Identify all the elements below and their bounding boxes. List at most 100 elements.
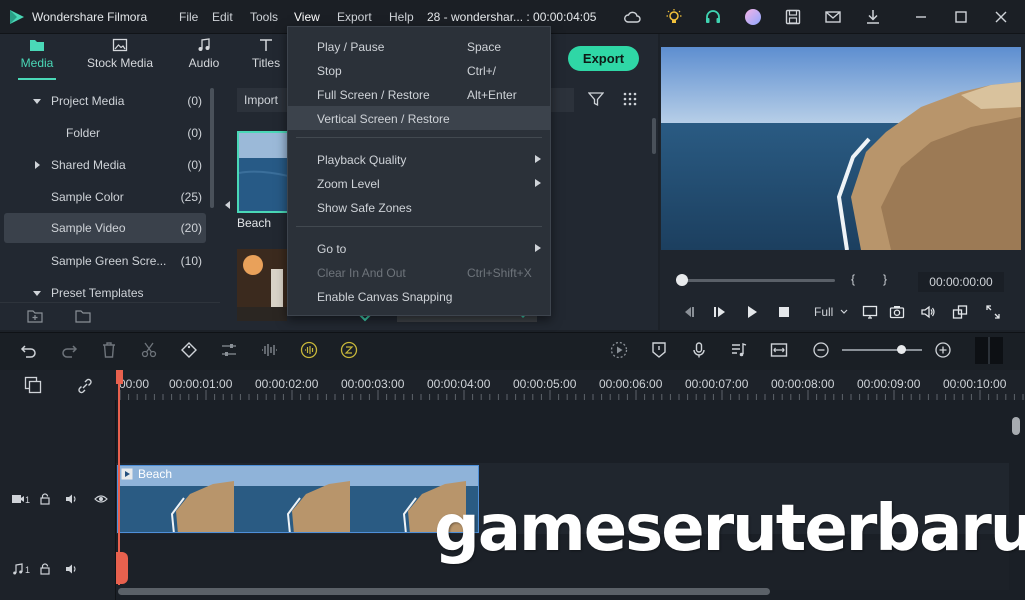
music-note-icon: [196, 38, 212, 52]
speed-icon[interactable]: [340, 341, 358, 359]
fit-timeline-icon[interactable]: [770, 341, 788, 359]
menu-item-full-screen[interactable]: Full Screen / Restore Alt+Enter: [288, 82, 550, 106]
tab-titles[interactable]: Titles: [248, 38, 284, 80]
menu-item-playback-quality[interactable]: Playback Quality: [288, 147, 550, 171]
tree-item-project-media[interactable]: Project Media (0): [0, 86, 208, 116]
lock-icon[interactable]: [38, 563, 52, 575]
menu-item-zoom-level[interactable]: Zoom Level: [288, 171, 550, 195]
new-folder-icon[interactable]: [27, 309, 43, 323]
volume-icon[interactable]: [920, 304, 936, 320]
tree-count: (0): [187, 126, 202, 140]
audio-playhead-marker[interactable]: [116, 552, 128, 584]
menu-item-show-safe-zones[interactable]: Show Safe Zones: [288, 195, 550, 219]
menu-export[interactable]: Export: [337, 10, 372, 24]
menu-item-canvas-snapping[interactable]: Enable Canvas Snapping: [288, 284, 550, 308]
tab-stock-media[interactable]: Stock Media: [84, 38, 156, 80]
speaker-icon[interactable]: [65, 493, 79, 505]
fullscreen-expand-icon[interactable]: [985, 304, 1001, 320]
mark-in-bracket[interactable]: {: [851, 272, 855, 286]
link-icon[interactable]: [76, 377, 94, 395]
zoom-slider-knob[interactable]: [897, 345, 906, 354]
add-track-icon[interactable]: [24, 376, 42, 394]
playhead-handle[interactable]: [116, 370, 123, 384]
playback-quality-select[interactable]: Full: [806, 301, 854, 323]
preview-progress-track[interactable]: [684, 279, 835, 282]
menu-help[interactable]: Help: [389, 10, 414, 24]
minimize-icon[interactable]: [912, 8, 930, 26]
zoom-slider-track[interactable]: [842, 349, 922, 351]
play-icon[interactable]: [744, 304, 760, 320]
microphone-icon[interactable]: [690, 341, 708, 359]
menu-tools[interactable]: Tools: [250, 10, 278, 24]
layout-icon[interactable]: [952, 304, 968, 320]
tree-item-shared-media[interactable]: Shared Media (0): [0, 150, 208, 180]
preview-progress-knob[interactable]: [676, 274, 688, 286]
folder-outline-icon[interactable]: [75, 309, 91, 323]
tree-count: (25): [180, 190, 202, 204]
save-icon[interactable]: [784, 8, 802, 26]
tab-audio[interactable]: Audio: [184, 38, 224, 80]
lock-icon[interactable]: [38, 493, 52, 505]
grid-view-icon[interactable]: [622, 91, 638, 107]
headset-icon[interactable]: [704, 8, 722, 26]
tag-icon[interactable]: [180, 341, 198, 359]
play-slow-icon[interactable]: [712, 304, 728, 320]
export-button[interactable]: Export: [568, 46, 639, 71]
menu-file[interactable]: File: [179, 10, 198, 24]
panel-layout-toggle[interactable]: [975, 337, 1003, 364]
camera-icon[interactable]: [889, 304, 905, 320]
submenu-arrow-icon: [535, 244, 541, 252]
cloud-icon[interactable]: [623, 8, 641, 26]
download-icon[interactable]: [864, 8, 882, 26]
menu-view[interactable]: View: [294, 10, 320, 24]
tree-item-sample-color[interactable]: Sample Color (25): [0, 182, 208, 212]
eye-icon[interactable]: [94, 493, 108, 505]
collapse-arrow-icon[interactable]: [225, 201, 231, 209]
audio-sync-icon[interactable]: [300, 341, 318, 359]
preview-timecode: 00:00:00:00: [918, 272, 1004, 292]
timeline-vertical-scrollbar[interactable]: [1012, 417, 1020, 435]
redo-icon[interactable]: [60, 341, 78, 359]
tab-media[interactable]: Media: [14, 38, 60, 80]
display-icon[interactable]: [862, 304, 878, 320]
media-scrollbar[interactable]: [652, 118, 656, 154]
tree-item-sample-video[interactable]: Sample Video (20): [4, 213, 206, 243]
voiceover-list-icon[interactable]: [730, 341, 748, 359]
tree-label: Folder: [66, 126, 101, 140]
tree-item-sample-green-screen[interactable]: Sample Green Scre... (10): [0, 246, 208, 276]
media-thumbnail-beach[interactable]: [237, 131, 291, 213]
avatar-icon[interactable]: [744, 8, 762, 26]
adjust-sliders-icon[interactable]: [220, 341, 238, 359]
media-thumbnail-2[interactable]: [237, 249, 287, 321]
previous-frame-icon[interactable]: [680, 304, 696, 320]
filter-icon[interactable]: [588, 91, 604, 107]
speaker-icon[interactable]: [65, 563, 79, 575]
delete-icon[interactable]: [100, 341, 118, 359]
import-button[interactable]: Import: [237, 88, 293, 112]
audio-waveform-icon[interactable]: [260, 341, 278, 359]
filmora-logo-icon: [8, 8, 26, 26]
zoom-in-icon[interactable]: [934, 341, 952, 359]
scissors-icon[interactable]: [140, 341, 158, 359]
menu-item-vertical-screen[interactable]: Vertical Screen / Restore: [288, 106, 550, 130]
active-tab-indicator: [18, 78, 56, 80]
menu-item-label: Play / Pause: [317, 40, 385, 54]
timeline-horizontal-scrollbar[interactable]: [118, 588, 770, 595]
menu-edit[interactable]: Edit: [212, 10, 233, 24]
search-box-edge[interactable]: [550, 88, 574, 112]
tree-scrollbar[interactable]: [210, 88, 214, 208]
menu-item-play-pause[interactable]: Play / Pause Space: [288, 34, 550, 58]
menu-item-stop[interactable]: Stop Ctrl+/: [288, 58, 550, 82]
menu-item-go-to[interactable]: Go to: [288, 236, 550, 260]
tree-item-folder[interactable]: Folder (0): [0, 118, 208, 148]
maximize-icon[interactable]: [952, 8, 970, 26]
undo-icon[interactable]: [20, 341, 38, 359]
lightbulb-icon[interactable]: [665, 8, 683, 26]
mail-icon[interactable]: [824, 8, 842, 26]
render-preview-icon[interactable]: [610, 341, 628, 359]
mark-out-bracket[interactable]: }: [883, 272, 887, 286]
close-icon[interactable]: [992, 8, 1010, 26]
marker-shield-icon[interactable]: [650, 341, 668, 359]
zoom-out-icon[interactable]: [812, 341, 830, 359]
stop-icon[interactable]: [776, 304, 792, 320]
